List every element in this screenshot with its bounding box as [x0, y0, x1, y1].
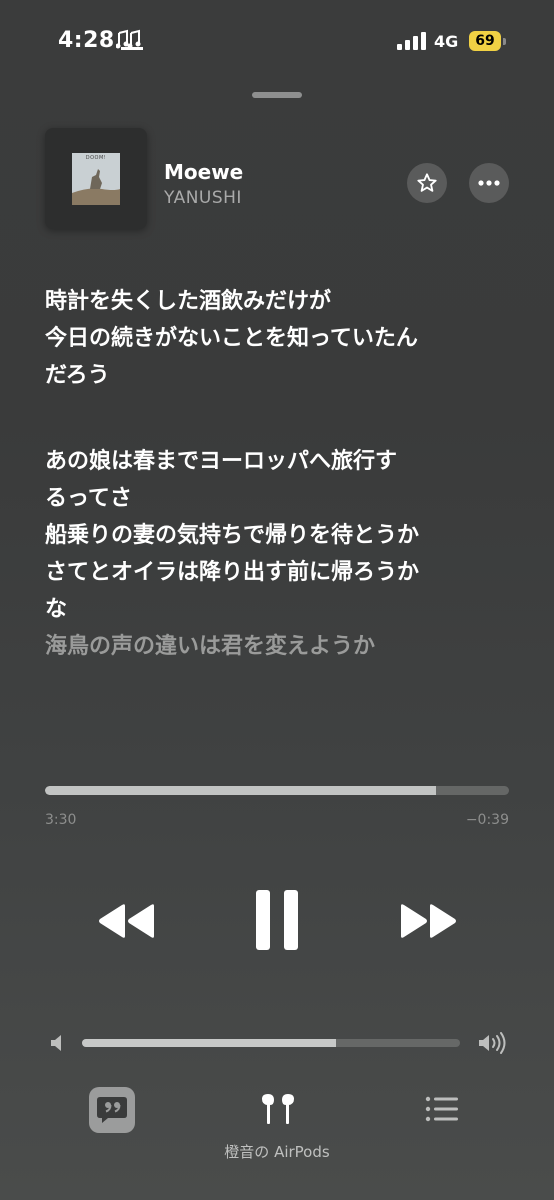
queue-list-icon[interactable]: [425, 1095, 459, 1123]
volume-high-icon: [479, 1032, 506, 1054]
more-button[interactable]: [469, 163, 509, 203]
fast-forward-icon[interactable]: [398, 902, 458, 940]
music-note-icon: [116, 29, 143, 50]
lyric-line[interactable]: あの娘は春までヨーロッパへ旅行す: [45, 443, 515, 480]
more-ellipsis-icon: [478, 180, 500, 186]
lyric-line-upcoming[interactable]: 海鳥の声の違いは君を変えようか: [45, 628, 515, 665]
battery-level: 69: [469, 31, 501, 51]
remaining-time: −0:39: [465, 812, 509, 828]
rewind-icon[interactable]: [97, 902, 157, 940]
lyric-line[interactable]: 今日の続きがないことを知っていたん: [45, 320, 515, 357]
volume-slider[interactable]: [82, 1039, 460, 1047]
lyric-line[interactable]: 時計を失くした酒飲みだけが: [45, 283, 515, 320]
pause-icon[interactable]: [256, 890, 300, 950]
elapsed-time: 3:30: [45, 812, 77, 828]
airpods-icon[interactable]: [258, 1093, 298, 1125]
lyrics-quote-icon: [97, 1097, 127, 1123]
airplay-device-label[interactable]: 橙音の AirPods: [0, 1141, 554, 1162]
playback-progress-fill: [45, 786, 437, 795]
status-time: 4:28: [58, 28, 115, 53]
album-artwork[interactable]: DOOM!: [45, 128, 147, 229]
lyrics-view[interactable]: 時計を失くした酒飲みだけが 今日の続きがないことを知っていたん だろう あの娘は…: [45, 283, 515, 665]
lyric-line[interactable]: だろう: [45, 357, 515, 394]
cellular-signal-icon: [397, 32, 426, 50]
playback-scrubber[interactable]: [45, 786, 509, 795]
lyric-line[interactable]: さてとオイラは降り出す前に帰ろうか: [45, 554, 515, 591]
favorite-button[interactable]: [407, 163, 447, 203]
lyrics-button[interactable]: [89, 1087, 135, 1133]
lyric-line[interactable]: 船乗りの妻の気持ちで帰りを待とうか: [45, 517, 515, 554]
volume-slider-fill: [82, 1039, 337, 1047]
artist-name[interactable]: YANUSHI: [164, 188, 242, 208]
volume-low-icon: [51, 1035, 61, 1051]
favorite-star-icon: [417, 173, 437, 192]
lyric-line[interactable]: な: [45, 591, 515, 628]
network-type: 4G: [434, 32, 459, 51]
sheet-grabber[interactable]: [252, 92, 302, 98]
battery-icon: 69: [469, 31, 509, 51]
lyric-line[interactable]: るってさ: [45, 480, 515, 517]
artwork-image: DOOM!: [72, 153, 120, 205]
song-title: Moewe: [164, 160, 244, 184]
